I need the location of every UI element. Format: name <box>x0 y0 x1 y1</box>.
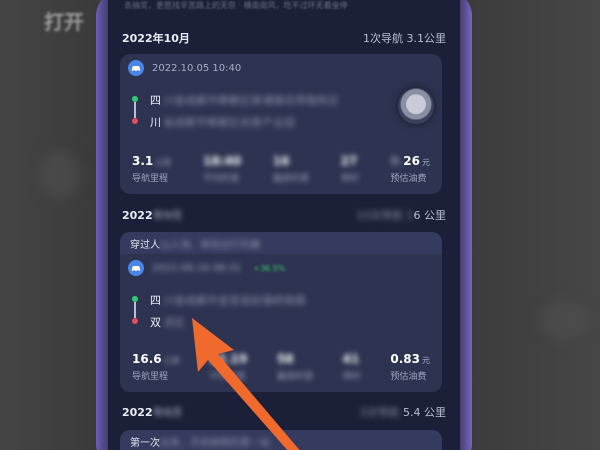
end-dot <box>132 318 138 324</box>
route-bar <box>134 302 136 318</box>
start-location: 四川省成都市金堂县赵镇桥南路 <box>150 292 306 308</box>
stat-fuel-cost: 0.83 元 预估油费 <box>390 352 430 382</box>
stat-label: 预估油费 <box>390 174 427 184</box>
stat-label: 导航里程 <box>132 372 169 382</box>
month-title-blur: 年9月 <box>152 209 183 222</box>
route-bar <box>134 102 136 118</box>
car-icon <box>128 60 144 76</box>
stat-distance: 3.1 公里 导航里程 <box>132 154 171 184</box>
month-summary: 3次导航 5.4 公里 <box>360 404 447 420</box>
end-dot <box>132 118 138 124</box>
month-title-prefix: 2022 <box>122 209 153 222</box>
month-summary: 1次导航 3.1公里 <box>363 32 446 45</box>
month-header: 2022年9月 10次导航 16 公里 <box>122 205 446 225</box>
floating-button[interactable] <box>398 88 434 124</box>
end-location-prefix: 双 <box>150 316 161 329</box>
stat-value: 16 <box>272 154 290 168</box>
month-title: 2022年9月 <box>122 207 182 223</box>
stat-label: 用时 <box>342 372 361 382</box>
stat-value: 0.83 <box>390 352 420 366</box>
month-title-prefix: 2022 <box>122 406 153 419</box>
stat-value: 41 <box>342 352 360 366</box>
trip-date: 2022.09.16 08:31 <box>152 262 242 274</box>
watermark-text: 打开 <box>44 10 84 34</box>
end-location: 双流区 <box>150 314 185 330</box>
stat-unit: 公里 <box>163 356 180 365</box>
stat-label: 预估油费 <box>390 372 427 382</box>
background-right <box>470 0 600 450</box>
stat-label-row: 预估油费 <box>390 171 426 184</box>
start-location-prefix: 四 <box>150 94 161 107</box>
month-title: 2022年8月 <box>122 404 182 420</box>
trip-stats: 3.1 公里 导航里程 18:40 平均时速 16 最高时速 27 用时 0.26… <box>132 154 430 184</box>
stat-max-speed: 16 最高时速 <box>273 154 309 184</box>
stat-value: 18:40 <box>202 154 242 168</box>
end-location-prefix: 川 <box>150 116 161 129</box>
trip-tag: +36.5% <box>253 263 286 273</box>
stat-duration: 27 用时 <box>341 154 359 184</box>
stat-value: 3.1 <box>132 154 154 168</box>
end-location-text: 省成都市郫都区创意产业园 <box>163 116 295 129</box>
banner-prefix: 第一次 <box>130 437 160 449</box>
stat-distance: 16.6 公里 导航里程 <box>132 352 180 382</box>
top-hint-text: 去抽奖，更愿找辛苦路上的无奈 · 横南南风，吃不过环无着坐停 <box>124 1 348 10</box>
stat-unit: 公里 <box>155 158 172 167</box>
month-summary-suffix: 5.4 公里 <box>403 406 446 419</box>
month-summary-blur: 10次导航 1 <box>356 209 414 222</box>
stat-value: 27 <box>340 154 358 168</box>
month-title-blur: 年8月 <box>152 406 183 419</box>
stat-label: 导航里程 <box>132 174 169 184</box>
achievement-banner: 穿过人 山人海，体验出行乐趣 <box>120 232 442 254</box>
banner-text: 山人海，体验出行乐趣 <box>160 239 260 251</box>
stat-unit: 元 <box>422 158 430 167</box>
trip-card[interactable]: 2022.10.05 10:40 四川省成都市郫都区犀浦镇百草路附近 川省成都市… <box>120 54 442 194</box>
background-blob <box>40 150 80 200</box>
start-location-text: 川省成都市金堂县赵镇桥南路 <box>163 294 306 307</box>
month-title: 2022年10月 <box>122 32 190 45</box>
stat-label: 最高时速 <box>272 174 309 184</box>
stat-label: 用时 <box>340 174 359 184</box>
stat-fuel-cost: 0.26 元 预估油费 <box>390 154 430 184</box>
background-blob <box>540 300 590 340</box>
car-icon <box>128 260 144 276</box>
trip-date: 2022.10.05 10:40 <box>152 62 242 74</box>
end-location-text: 流区 <box>163 316 185 329</box>
stat-label: 平均时速 <box>202 174 239 184</box>
trip-header: 2022.10.05 10:40 <box>128 60 241 76</box>
background-left <box>0 0 98 450</box>
stat-value: 26 <box>403 154 420 168</box>
month-header: 2022年10月 1次导航 3.1公里 <box>122 28 446 48</box>
trip-header: 2022.09.16 08:31 +36.5% <box>128 260 285 276</box>
end-location: 川省成都市郫都区创意产业园 <box>150 114 295 130</box>
stat-unit: 元 <box>421 356 430 365</box>
start-location-text: 川省成都市郫都区犀浦镇百草路附近 <box>163 94 339 107</box>
month-summary-blur: 3次导航 <box>359 406 403 419</box>
stat-avg-speed: 18:40 平均时速 <box>203 154 241 184</box>
stat-value-blur: 0. <box>390 154 404 168</box>
stat-value: 16.6 <box>132 352 162 366</box>
start-location: 四川省成都市郫都区犀浦镇百草路附近 <box>150 92 339 108</box>
pointer-arrow <box>192 318 300 450</box>
month-summary-suffix: 6 公里 <box>413 209 447 222</box>
stat-duration: 41 用时 <box>343 352 361 382</box>
month-summary: 10次导航 16 公里 <box>356 207 446 223</box>
banner-prefix: 穿过人 <box>130 239 160 251</box>
start-location-prefix: 四 <box>150 294 161 307</box>
